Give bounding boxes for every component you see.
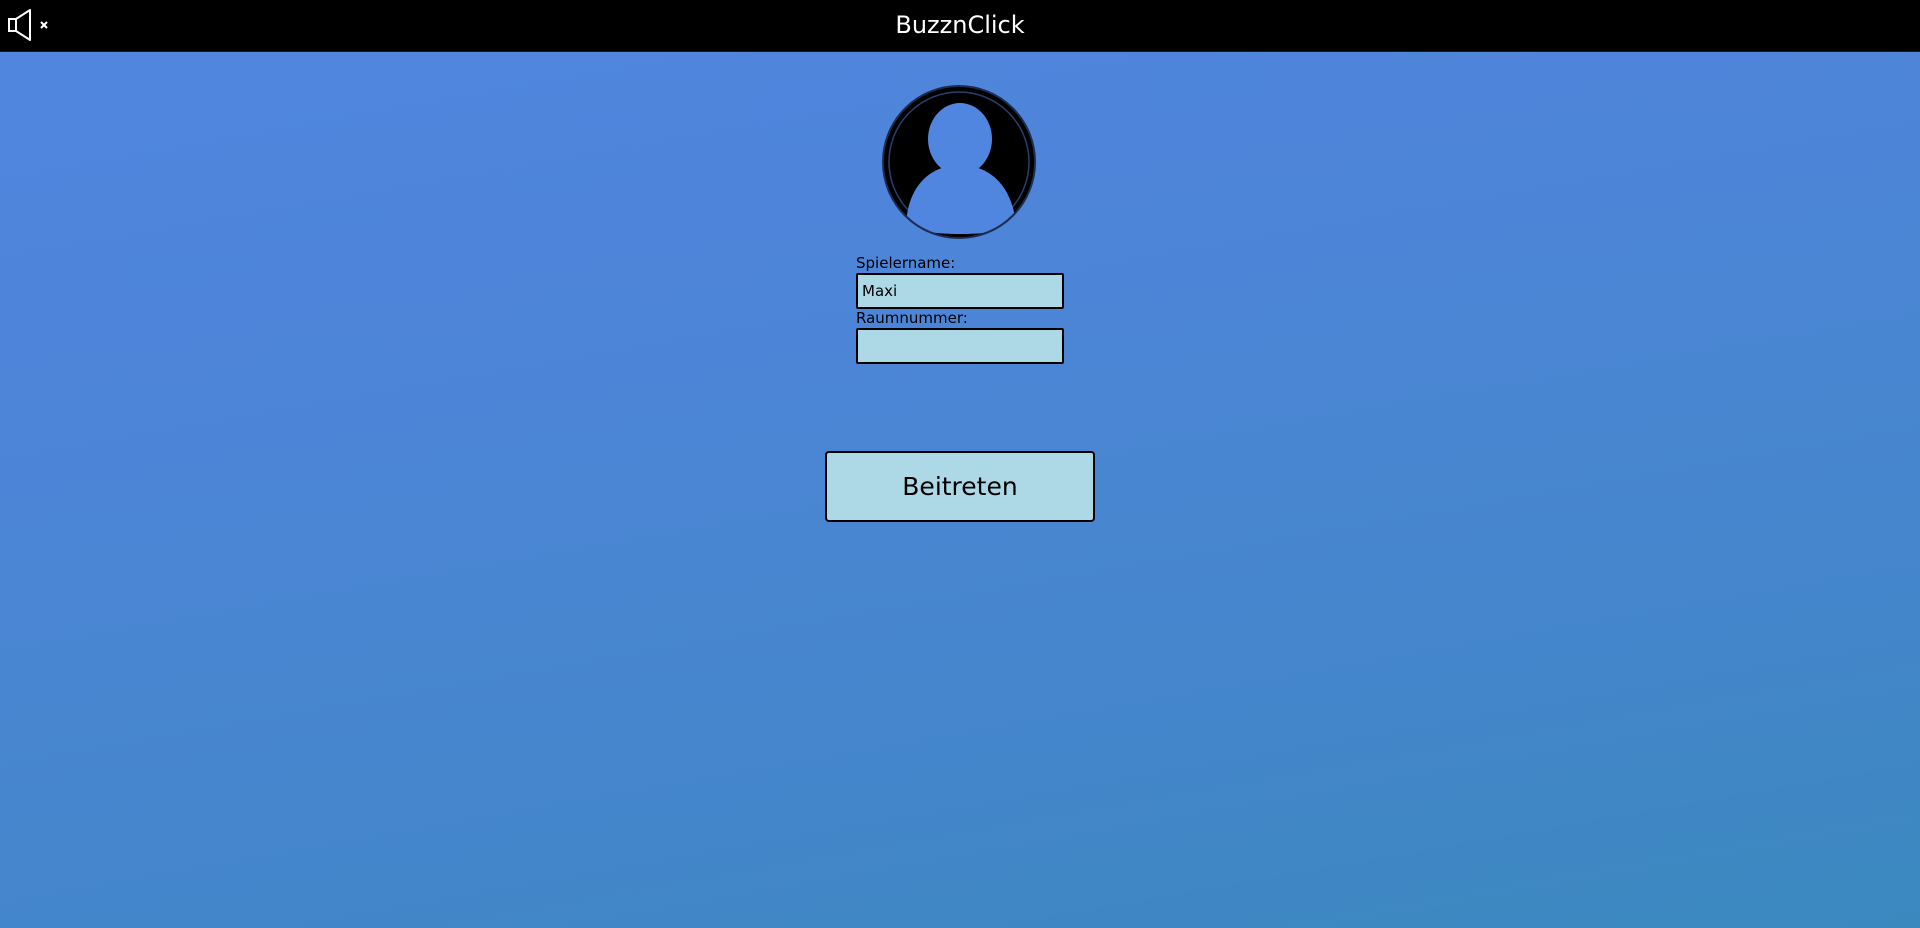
player-name-input[interactable]: [856, 273, 1064, 309]
room-number-label: Raumnummer:: [856, 309, 968, 327]
room-number-input[interactable]: [856, 328, 1064, 364]
player-name-label: Spielername:: [856, 254, 956, 272]
speaker-muted-icon: [6, 8, 54, 42]
app-title: BuzznClick: [895, 11, 1025, 39]
mute-toggle-button[interactable]: [6, 8, 54, 42]
join-button[interactable]: Beitreten: [825, 451, 1095, 522]
avatar: [882, 85, 1036, 239]
user-silhouette-icon: [884, 87, 1034, 237]
top-bar: BuzznClick: [0, 0, 1920, 52]
